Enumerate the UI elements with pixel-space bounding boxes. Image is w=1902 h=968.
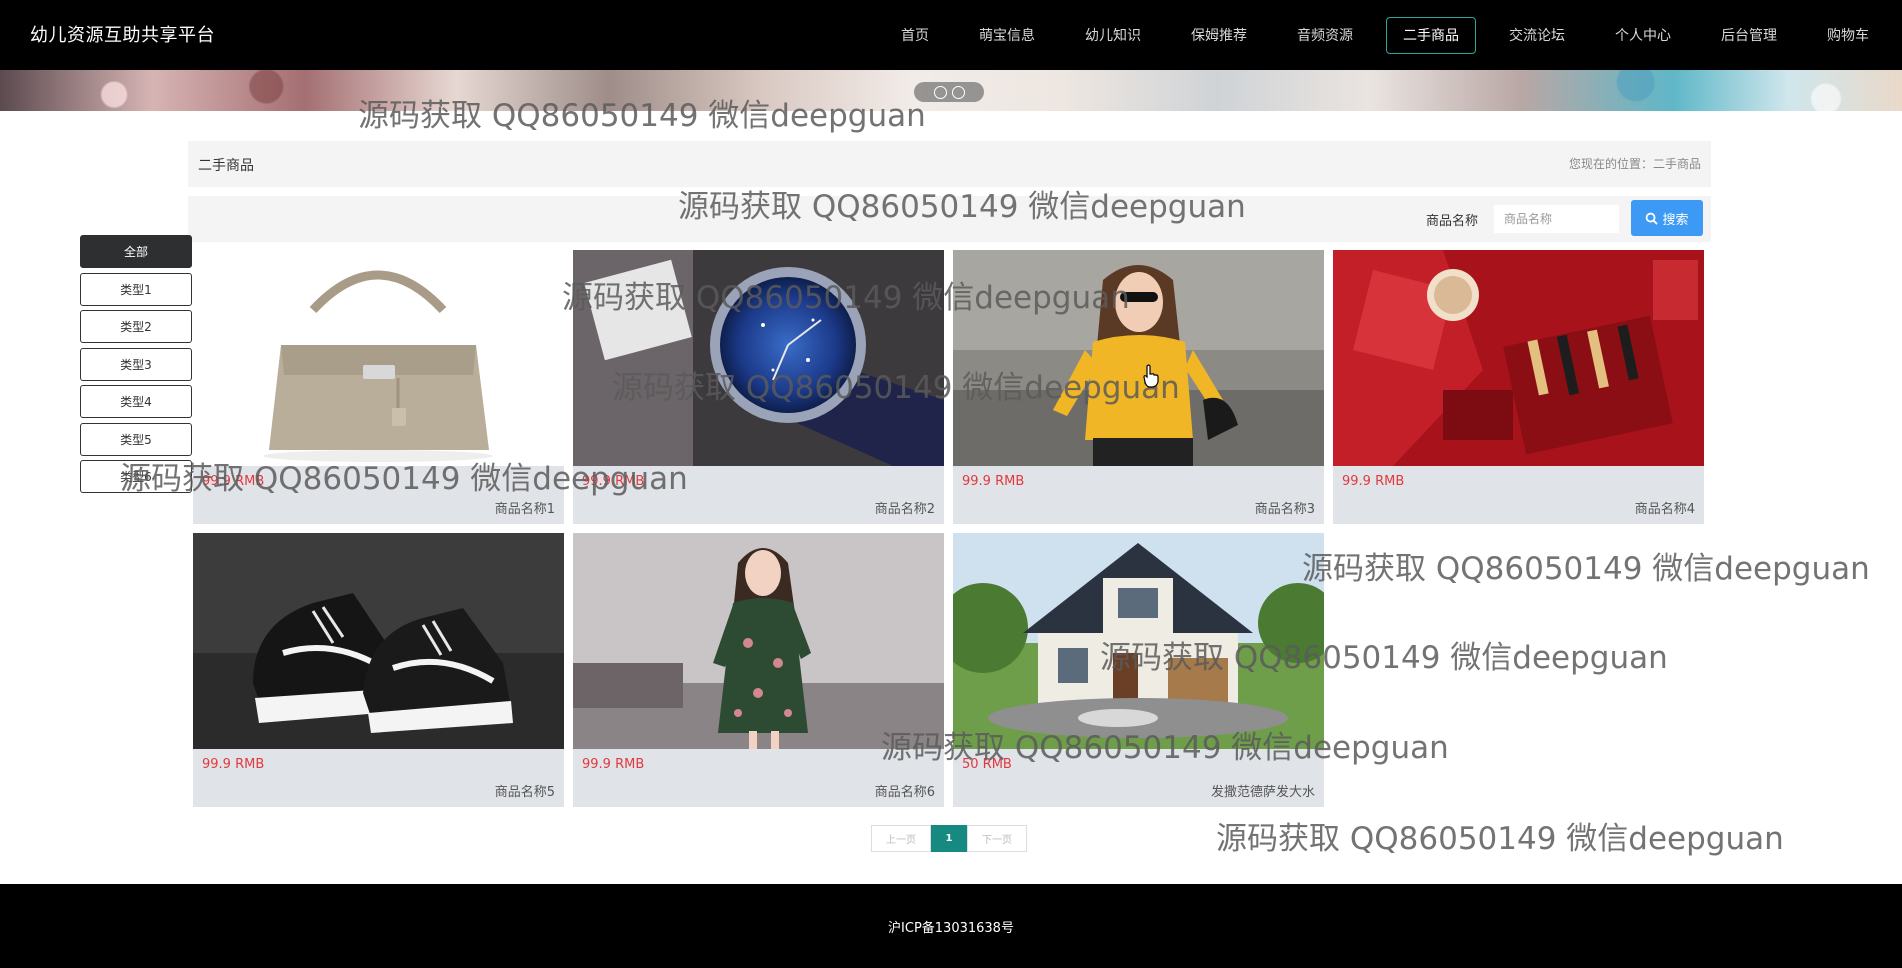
product-name[interactable]: 商品名称5 [495, 781, 555, 800]
search-input[interactable] [1494, 205, 1619, 233]
banner-carousel [0, 70, 1902, 111]
product-price: 99.9 RMB [962, 474, 1025, 489]
carousel-indicators [914, 82, 984, 102]
product-image-floral-dress[interactable] [573, 533, 944, 749]
product-price: 99.9 RMB [202, 757, 265, 772]
page-title: 二手商品 [198, 158, 254, 174]
product-price: 50 RMB [962, 757, 1012, 772]
pagination: 上一页 1 下一页 [871, 825, 1027, 852]
nav-item-forum[interactable]: 交流论坛 [1492, 17, 1582, 54]
product-name[interactable]: 发撒范德萨发大水 [1211, 781, 1315, 800]
product-name[interactable]: 商品名称4 [1635, 498, 1695, 517]
product-card[interactable]: 99.9 RMB 商品名称5 [193, 533, 564, 807]
search-icon [1646, 212, 1659, 225]
product-name[interactable]: 商品名称1 [495, 498, 555, 517]
nav-item-nanny[interactable]: 保姆推荐 [1174, 17, 1264, 54]
main-nav: 首页 萌宝信息 幼儿知识 保姆推荐 音频资源 二手商品 交流论坛 个人中心 后台… [884, 15, 1902, 55]
nav-item-knowledge[interactable]: 幼儿知识 [1068, 17, 1158, 54]
product-image-watch[interactable] [573, 250, 944, 466]
search-button[interactable]: 搜索 [1631, 200, 1703, 236]
product-image-handbag[interactable] [193, 250, 564, 466]
product-price: 99.9 RMB [582, 474, 645, 489]
footer: 沪ICP备13031638号 [0, 884, 1902, 968]
category-list: 全部 类型1 类型2 类型3 类型4 类型5 类型6 [80, 235, 192, 498]
category-type5[interactable]: 类型5 [80, 422, 192, 456]
carousel-dot-2[interactable] [951, 85, 965, 99]
site-title[interactable]: 幼儿资源互助共享平台 [30, 21, 215, 47]
product-image-woman-yellow-top[interactable] [953, 250, 1324, 466]
product-price: 99.9 RMB [582, 757, 645, 772]
nav-item-secondhand[interactable]: 二手商品 [1386, 16, 1476, 54]
watermark-text: 源码获取 QQ86050149 微信deepguan [1302, 551, 1870, 587]
category-type3[interactable]: 类型3 [80, 347, 192, 381]
product-image-lipstick-giftbox[interactable] [1333, 250, 1704, 466]
page-number-current[interactable]: 1 [931, 825, 967, 852]
watermark-text: 源码获取 QQ86050149 微信deepguan [1216, 821, 1784, 857]
breadcrumb-location: 您现在的位置：二手商品 [1568, 157, 1701, 171]
nav-item-baby-info[interactable]: 萌宝信息 [962, 17, 1052, 54]
search-button-label: 搜索 [1662, 211, 1689, 227]
product-card[interactable]: 99.9 RMB 商品名称4 [1333, 250, 1704, 524]
category-type4[interactable]: 类型4 [80, 385, 192, 418]
product-card[interactable]: 50 RMB 发撒范德萨发大水 [953, 533, 1324, 807]
product-card[interactable]: 99.9 RMB 商品名称2 [573, 250, 944, 524]
product-price: 99.9 RMB [1342, 474, 1405, 489]
top-navbar: 幼儿资源互助共享平台 首页 萌宝信息 幼儿知识 保姆推荐 音频资源 二手商品 交… [0, 0, 1902, 70]
icp-record: 沪ICP备13031638号 [888, 921, 1014, 936]
carousel-dot-1[interactable] [933, 85, 947, 99]
category-type1[interactable]: 类型1 [80, 272, 192, 306]
nav-item-profile[interactable]: 个人中心 [1598, 17, 1688, 54]
nav-item-admin[interactable]: 后台管理 [1704, 17, 1794, 54]
product-card[interactable]: 99.9 RMB 商品名称3 [953, 250, 1324, 524]
product-price: 99.9 RMB [202, 474, 265, 489]
search-label: 商品名称 [1426, 214, 1479, 229]
category-type2[interactable]: 类型2 [80, 310, 192, 343]
product-card[interactable]: 99.9 RMB 商品名称1 [193, 250, 564, 524]
product-name[interactable]: 商品名称2 [875, 498, 935, 517]
product-image-house[interactable] [953, 533, 1324, 749]
nav-item-audio[interactable]: 音频资源 [1280, 17, 1370, 54]
product-image-sneakers[interactable] [193, 533, 564, 749]
prev-page-button[interactable]: 上一页 [871, 825, 931, 852]
breadcrumb: 二手商品 您现在的位置：二手商品 [188, 141, 1711, 187]
product-name[interactable]: 商品名称6 [875, 781, 935, 800]
nav-item-home[interactable]: 首页 [884, 17, 946, 54]
search-bar: 商品名称 搜索 [188, 196, 1711, 242]
category-all[interactable]: 全部 [80, 235, 192, 268]
nav-item-cart[interactable]: 购物车 [1810, 17, 1886, 54]
hand-cursor-icon [1143, 364, 1159, 388]
product-name[interactable]: 商品名称3 [1255, 498, 1315, 517]
product-card[interactable]: 99.9 RMB 商品名称6 [573, 533, 944, 807]
next-page-button[interactable]: 下一页 [967, 825, 1027, 852]
category-type6[interactable]: 类型6 [80, 460, 192, 493]
